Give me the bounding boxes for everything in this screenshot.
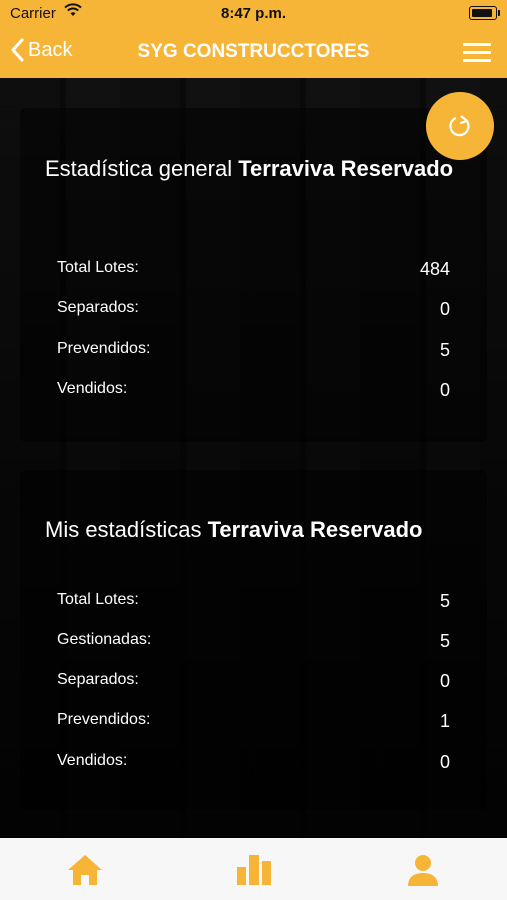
stat-label: Vendidos: <box>57 752 128 769</box>
general-stats-card: Estadística general Terraviva Reservado … <box>20 108 487 442</box>
stat-row: Separados: 0 <box>57 299 450 323</box>
stat-label: Vendidos: <box>57 380 128 397</box>
my-stats-title: Mis estadísticas Terraviva Reservado <box>45 515 422 544</box>
refresh-icon <box>449 115 470 137</box>
stat-row: Prevendidos: 1 <box>57 711 450 735</box>
refresh-button[interactable] <box>426 92 494 160</box>
stat-label: Prevendidos: <box>57 340 151 357</box>
stat-row: Total Lotes: 5 <box>57 591 450 615</box>
general-stats-project-name: Terraviva Reservado <box>238 156 454 181</box>
stat-label: Prevendidos: <box>57 711 151 728</box>
stat-value: 5 <box>439 591 450 611</box>
status-bar: Carrier 8:47 p.m. <box>0 0 507 28</box>
stat-label: Separados: <box>57 299 139 316</box>
status-time: 8:47 p.m. <box>220 5 287 22</box>
my-stats-title-prefix: Mis estadísticas <box>45 517 202 542</box>
general-stats-title: Estadística general Terraviva Reservado <box>45 154 453 183</box>
stat-value: 0 <box>439 671 450 691</box>
stat-row: Vendidos: 0 <box>57 752 450 776</box>
my-stats-project-name: Terraviva Reservado <box>207 517 423 542</box>
stat-value: 0 <box>439 299 450 319</box>
stat-label: Total Lotes: <box>57 259 139 276</box>
my-stats-card: Mis estadísticas Terraviva Reservado Tot… <box>20 470 487 810</box>
tab-bar <box>0 838 507 900</box>
stats-icon <box>237 855 271 885</box>
stat-row: Vendidos: 0 <box>57 380 450 404</box>
tab-profile[interactable] <box>403 852 443 888</box>
battery-icon <box>469 6 500 20</box>
stat-value: 484 <box>419 259 450 279</box>
stat-row: Total Lotes: 484 <box>57 259 450 283</box>
stat-label: Total Lotes: <box>57 591 139 608</box>
home-icon <box>68 855 102 885</box>
hamburger-menu-icon[interactable] <box>463 43 491 63</box>
stat-value: 5 <box>439 340 450 360</box>
stat-value: 5 <box>439 631 450 651</box>
stat-row: Prevendidos: 5 <box>57 340 450 364</box>
stat-row: Separados: 0 <box>57 671 450 695</box>
navigation-bar: Back SYG CONSTRUCCTORES <box>0 28 507 78</box>
page-title: SYG CONSTRUCCTORES <box>137 41 370 62</box>
general-stats-title-prefix: Estadística general <box>45 156 233 181</box>
tab-stats[interactable] <box>234 852 274 888</box>
tab-home[interactable] <box>65 852 105 888</box>
stat-row: Gestionadas: 5 <box>57 631 450 655</box>
stat-value: 0 <box>439 380 450 400</box>
stat-label: Gestionadas: <box>57 631 152 648</box>
stat-label: Separados: <box>57 671 139 688</box>
user-icon <box>408 855 438 886</box>
stat-value: 1 <box>439 711 450 731</box>
stat-value: 0 <box>439 752 450 772</box>
